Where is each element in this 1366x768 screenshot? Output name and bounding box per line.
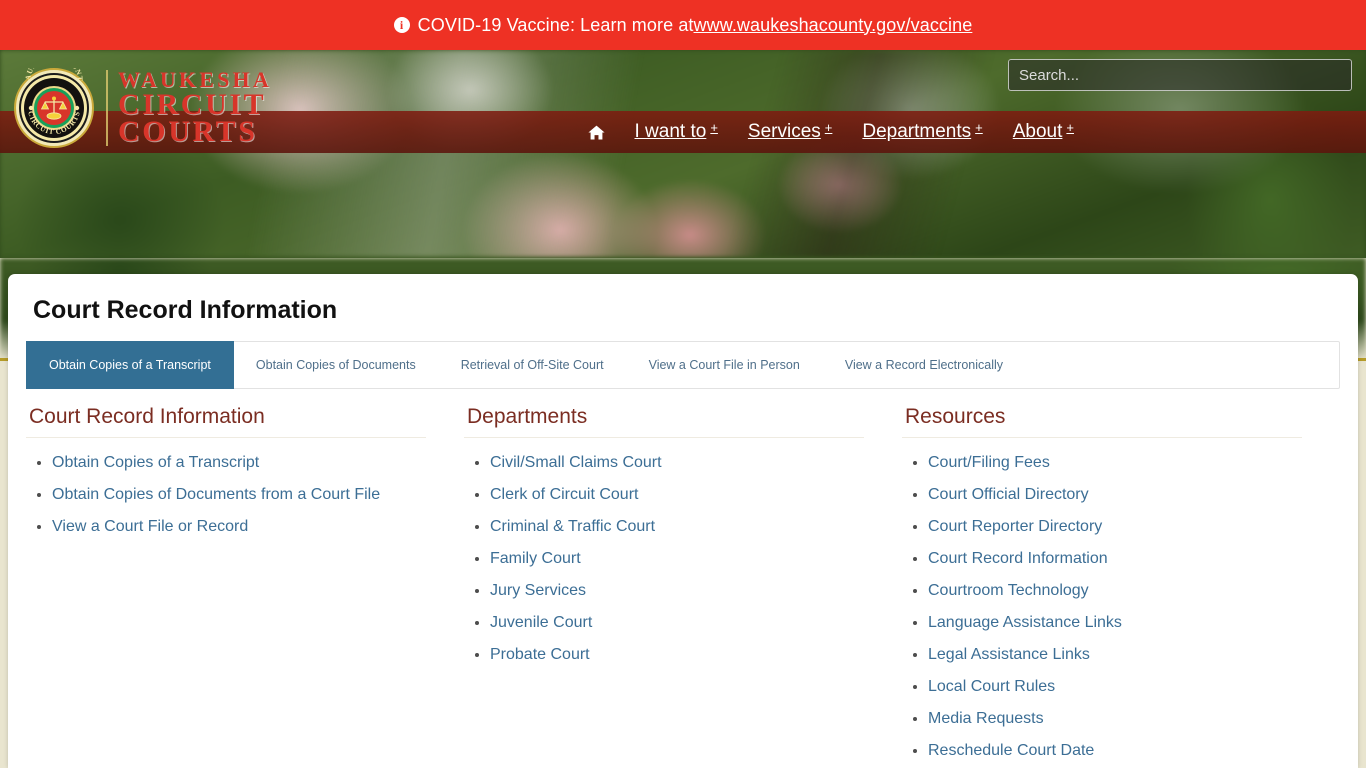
link-columns: Court Record Information Obtain Copies o… <box>26 395 1340 768</box>
logo-wordmark: WAUKESHA CIRCUIT COURTS <box>106 69 272 149</box>
tab-label: View a Record Electronically <box>844 358 1004 372</box>
tab-retrieval-of-off-site-court[interactable]: Retrieval of Off-Site Court <box>438 341 627 389</box>
nav-expand-indicator: + <box>824 120 833 135</box>
list-item: Court Record Information <box>928 550 1302 568</box>
tab-obtain-copies-of-documents[interactable]: Obtain Copies of Documents <box>233 341 439 389</box>
tab-view-a-record-electronically[interactable]: View a Record Electronically <box>822 341 1026 389</box>
tab-bar: Obtain Copies of a Transcript Obtain Cop… <box>26 341 1340 389</box>
page-title: Court Record Information <box>33 296 338 324</box>
nav-item-departments[interactable]: Departments + <box>862 120 983 143</box>
link[interactable]: Media Requests <box>928 710 1044 727</box>
content-card: Court Record Information Obtain Copies o… <box>8 274 1358 768</box>
nav-label: About <box>1012 121 1063 142</box>
link[interactable]: Reschedule Court Date <box>928 742 1094 759</box>
list-item: Media Requests <box>928 710 1302 728</box>
site-logo[interactable]: WAUKESHA COUNTY CIRCUIT COURTS WAUKESHA <box>10 51 272 149</box>
site-header: WAUKESHA COUNTY CIRCUIT COURTS WAUKESHA <box>0 50 1366 258</box>
link[interactable]: Juvenile Court <box>490 614 592 631</box>
link[interactable]: Court/Filing Fees <box>928 454 1050 471</box>
link[interactable]: Probate Court <box>490 646 590 663</box>
link[interactable]: Criminal & Traffic Court <box>490 518 655 535</box>
link[interactable]: Obtain Copies of a Transcript <box>52 454 259 471</box>
nav-label: I want to <box>634 121 707 142</box>
link[interactable]: Civil/Small Claims Court <box>490 454 662 471</box>
logo-line-2: CIRCUIT <box>118 87 267 121</box>
nav-expand-indicator: + <box>710 120 718 135</box>
link[interactable]: Court Record Information <box>928 550 1108 567</box>
list-item: Legal Assistance Links <box>928 646 1302 664</box>
nav-item-i-want-to[interactable]: I want to + <box>634 120 718 143</box>
list-item: Probate Court <box>490 646 864 664</box>
list-item: View a Court File or Record <box>52 518 426 536</box>
covid-alert-text: COVID-19 Vaccine: Learn more at <box>417 14 694 35</box>
link[interactable]: Legal Assistance Links <box>928 646 1090 663</box>
tab-view-a-court-file-in-person[interactable]: View a Court File in Person <box>626 341 823 389</box>
tab-label: Retrieval of Off-Site Court <box>460 358 604 372</box>
list-item: Obtain Copies of a Transcript <box>52 454 426 472</box>
link[interactable]: Clerk of Circuit Court <box>490 486 638 503</box>
list-item: Obtain Copies of Documents from a Court … <box>52 486 426 504</box>
link-list: Civil/Small Claims Court Clerk of Circui… <box>464 454 864 664</box>
list-item: Criminal & Traffic Court <box>490 518 864 536</box>
link-list: Court/Filing Fees Court Official Directo… <box>902 454 1302 760</box>
link[interactable]: Local Court Rules <box>928 678 1055 695</box>
link[interactable]: Court Reporter Directory <box>928 518 1102 535</box>
link[interactable]: Family Court <box>490 550 581 567</box>
list-item: Reschedule Court Date <box>928 742 1302 760</box>
nav-item-home[interactable] <box>587 125 605 140</box>
tab-obtain-copies-of-a-transcript[interactable]: Obtain Copies of a Transcript <box>26 341 234 389</box>
link[interactable]: Obtain Copies of Documents from a Court … <box>52 486 380 503</box>
column-resources: Resources Court/Filing Fees Court Offici… <box>902 395 1340 768</box>
list-item: Civil/Small Claims Court <box>490 454 864 472</box>
column-heading: Court Record Information <box>26 395 426 438</box>
link[interactable]: Language Assistance Links <box>928 614 1122 631</box>
list-item: Court Reporter Directory <box>928 518 1302 536</box>
link-list: Obtain Copies of a Transcript Obtain Cop… <box>26 454 426 536</box>
nav-expand-indicator: + <box>975 120 983 135</box>
covid-alert-banner: i COVID-19 Vaccine: Learn more at www.wa… <box>0 0 1366 50</box>
list-item: Juvenile Court <box>490 614 864 632</box>
link[interactable]: Court Official Directory <box>928 486 1089 503</box>
tab-label: Obtain Copies of a Transcript <box>49 358 211 372</box>
nav-label: Services <box>747 121 821 142</box>
search-container <box>1008 59 1352 91</box>
list-item: Family Court <box>490 550 864 568</box>
nav-item-services[interactable]: Services + <box>747 120 833 143</box>
info-circle-icon: i <box>393 17 410 33</box>
page-body: Court Record Information Obtain Copies o… <box>0 258 1366 768</box>
nav-item-about[interactable]: About + <box>1012 120 1074 143</box>
logo-line-3: COURTS <box>118 115 258 149</box>
court-seal-icon: WAUKESHA COUNTY CIRCUIT COURTS <box>10 51 94 148</box>
list-item: Court Official Directory <box>928 486 1302 504</box>
column-heading: Resources <box>902 395 1302 438</box>
list-item: Jury Services <box>490 582 864 600</box>
home-icon <box>587 125 605 140</box>
nav-expand-indicator: + <box>1066 120 1074 135</box>
list-item: Local Court Rules <box>928 678 1302 696</box>
tab-label: View a Court File in Person <box>648 358 800 372</box>
list-item: Courtroom Technology <box>928 582 1302 600</box>
list-item: Court/Filing Fees <box>928 454 1302 472</box>
list-item: Clerk of Circuit Court <box>490 486 864 504</box>
link[interactable]: Jury Services <box>490 582 586 599</box>
column-departments: Departments Civil/Small Claims Court Cle… <box>464 395 902 768</box>
covid-vaccine-link[interactable]: www.waukeshacounty.gov/vaccine <box>694 15 973 36</box>
column-heading: Departments <box>464 395 864 438</box>
link[interactable]: View a Court File or Record <box>52 518 248 535</box>
tab-label: Obtain Copies of Documents <box>255 358 416 372</box>
link[interactable]: Courtroom Technology <box>928 582 1089 599</box>
nav-label: Departments <box>862 121 972 142</box>
list-item: Language Assistance Links <box>928 614 1302 632</box>
search-input[interactable] <box>1008 59 1352 91</box>
column-court-record-information: Court Record Information Obtain Copies o… <box>26 395 464 768</box>
